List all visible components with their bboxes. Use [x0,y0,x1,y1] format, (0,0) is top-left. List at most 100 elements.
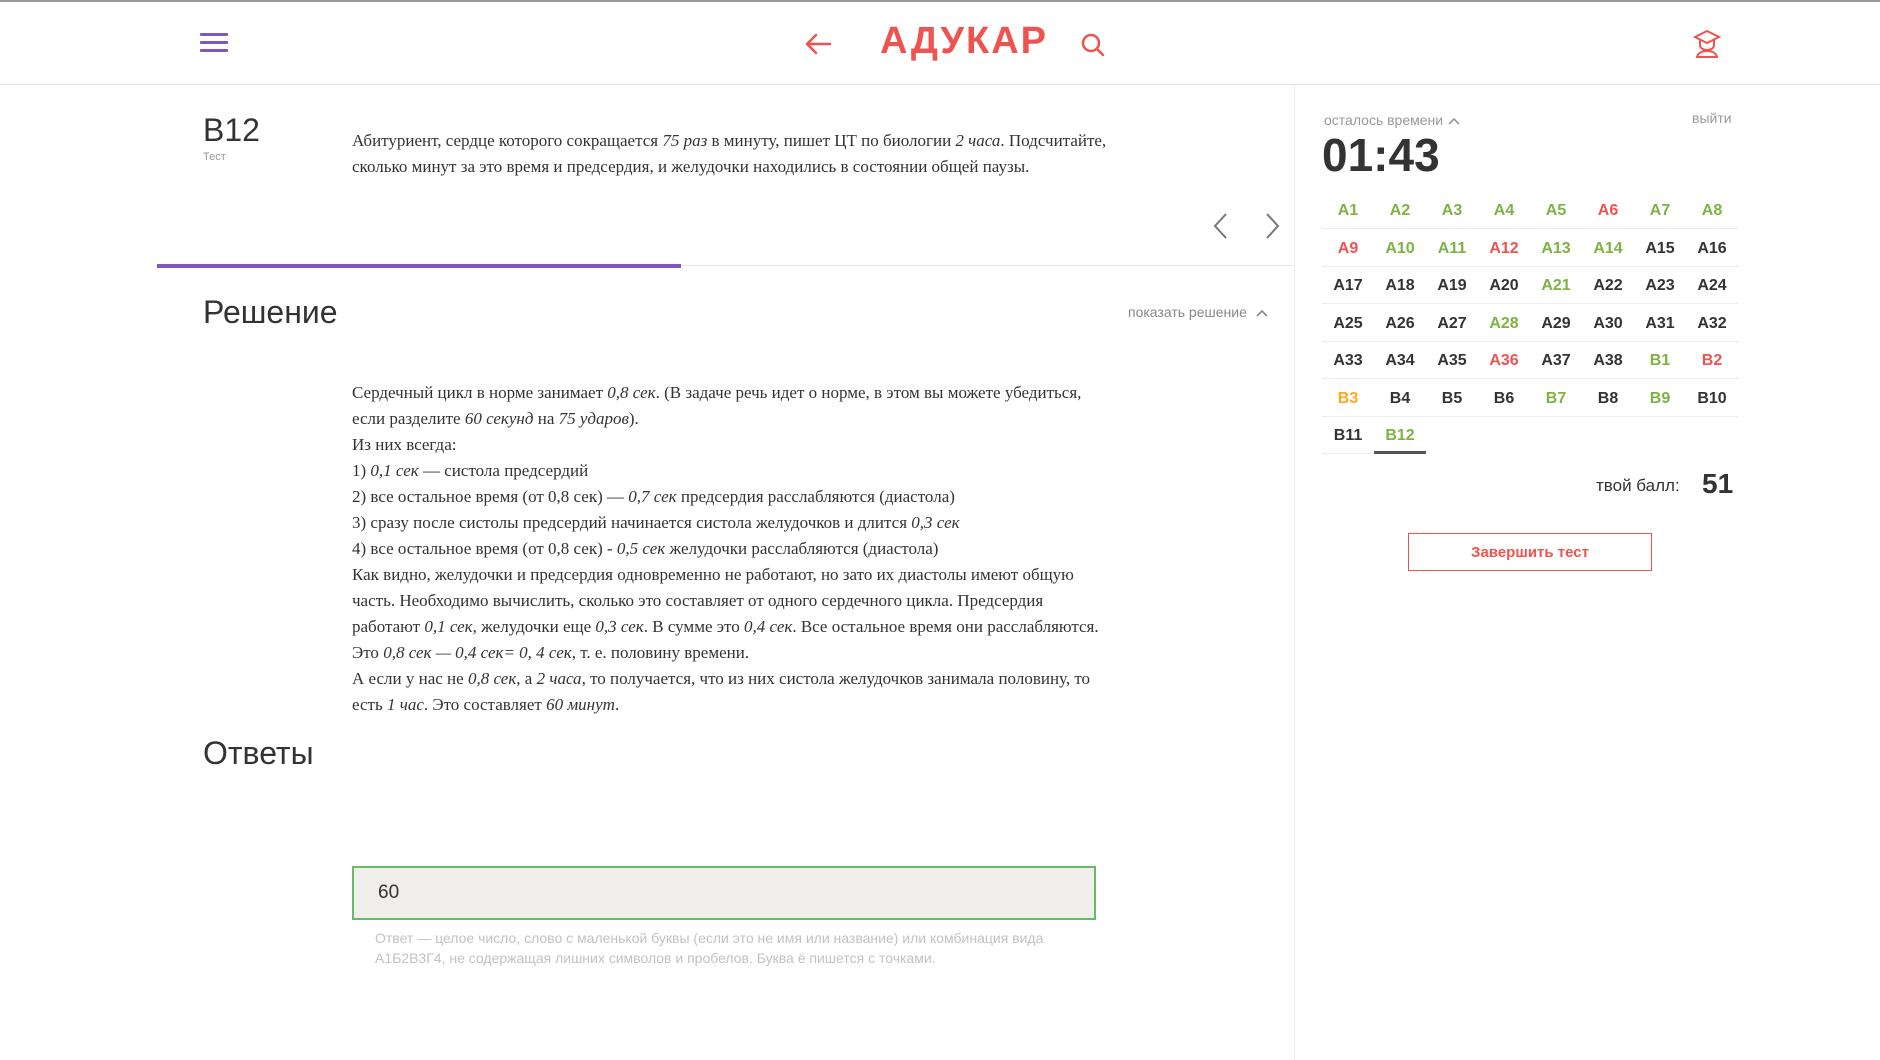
solution-heading: Решение [203,294,338,330]
top-header: АДУКАР [0,2,1880,85]
solution-text: Сердечный цикл в норме занимает 0,8 сек.… [352,380,1112,718]
question-cell-b5[interactable]: B5 [1426,380,1478,417]
question-cell-a25[interactable]: A25 [1322,305,1374,342]
question-cell-a22[interactable]: A22 [1582,267,1634,304]
question-cell-a34[interactable]: A34 [1374,342,1426,379]
text-run: 0,3 сек [911,513,960,532]
text-run: 3) сразу после систолы предсердий начина… [352,513,912,532]
chevron-left-icon[interactable] [1208,208,1234,244]
question-cell-a19[interactable]: A19 [1426,267,1478,304]
question-cell-a23[interactable]: A23 [1634,267,1686,304]
text-run: предсердия расслабляются (диастола) [676,487,955,506]
question-cell-a15[interactable]: A15 [1634,230,1686,267]
text-run: 0,8 сек — 0,4 сек= 0, 4 сек [383,643,572,662]
text-run: Из них всегда: [352,435,457,454]
text-run: 75 раз [662,131,708,150]
user-icon[interactable] [1690,26,1724,60]
question-cell-b9[interactable]: B9 [1634,380,1686,417]
text-run: 0,8 сек [607,383,656,402]
question-cell-b10[interactable]: B10 [1686,380,1738,417]
exit-link[interactable]: выйти [1692,110,1732,126]
question-cell-a16[interactable]: A16 [1686,230,1738,267]
question-cell-a10[interactable]: A10 [1374,230,1426,267]
question-cell-a35[interactable]: A35 [1426,342,1478,379]
question-cell-b2[interactable]: B2 [1686,342,1738,379]
question-cell-a20[interactable]: A20 [1478,267,1530,304]
text-run: 60 секунд [464,409,534,428]
solution-line: 1) 0,1 сек — систола предсердий [352,458,1112,484]
question-cell-a21[interactable]: A21 [1530,267,1582,304]
chevron-right-icon[interactable] [1259,208,1285,244]
text-run: в минуту, пишет ЦТ по биологии [707,131,956,150]
question-cell-b8[interactable]: B8 [1582,380,1634,417]
question-cell-a30[interactable]: A30 [1582,305,1634,342]
question-cell-a4[interactable]: A4 [1478,192,1530,229]
text-run: 2) все остальное время (от 0,8 сек) — [352,487,629,506]
question-cell-a26[interactable]: A26 [1374,305,1426,342]
question-cell-b3[interactable]: B3 [1322,380,1374,417]
solution-line: Сердечный цикл в норме занимает 0,8 сек.… [352,380,1112,432]
question-cell-a27[interactable]: A27 [1426,305,1478,342]
chevron-up-icon [1448,118,1460,125]
finish-test-button[interactable]: Завершить тест [1408,533,1652,571]
question-cell-a31[interactable]: A31 [1634,305,1686,342]
question-cell-a14[interactable]: A14 [1582,230,1634,267]
question-cell-a8[interactable]: A8 [1686,192,1738,229]
progress-bar [157,264,681,268]
question-cell-b1[interactable]: B1 [1634,342,1686,379]
question-cell-a18[interactable]: A18 [1374,267,1426,304]
text-run: , т. е. половину времени. [571,643,750,662]
text-run: ). [628,409,639,428]
show-solution-label: показать решение [1128,304,1247,320]
text-run: 0,3 сек [595,617,644,636]
text-run: 75 ударов [558,409,629,428]
question-cell-b12[interactable]: B12 [1374,417,1426,454]
search-icon[interactable] [1080,32,1106,58]
text-run: 1) [352,461,371,480]
question-cell-a17[interactable]: A17 [1322,267,1374,304]
question-cell-a9[interactable]: A9 [1322,230,1374,267]
question-cell-a29[interactable]: A29 [1530,305,1582,342]
question-cell-b11[interactable]: B11 [1322,417,1374,454]
question-cell-a37[interactable]: A37 [1530,342,1582,379]
question-cell-a1[interactable]: A1 [1322,192,1374,229]
answer-field-wrapper [352,866,1096,920]
question-cell-b7[interactable]: B7 [1530,380,1582,417]
question-cell-a11[interactable]: A11 [1426,230,1478,267]
back-arrow-icon[interactable] [802,28,834,60]
solution-line: 3) сразу после систолы предсердий начина… [352,510,1112,536]
text-run: 2 часа [955,131,1001,150]
solution-line: 4) все остальное время (от 0,8 сек) - 0,… [352,536,1112,562]
score-label: твой балл: [1596,476,1680,495]
text-run: на [533,409,559,428]
question-cell-a3[interactable]: A3 [1426,192,1478,229]
question-cell-a24[interactable]: A24 [1686,267,1738,304]
timer-label-row[interactable]: осталось времени [1324,112,1461,128]
question-cell-a36[interactable]: A36 [1478,342,1530,379]
question-cell-b6[interactable]: B6 [1478,380,1530,417]
text-run: 1 час [386,695,424,714]
question-cell-a7[interactable]: A7 [1634,192,1686,229]
text-run: Сердечный цикл в норме занимает [352,383,608,402]
text-run: . [614,695,620,714]
column-divider [1294,85,1295,1060]
question-cell-a32[interactable]: A32 [1686,305,1738,342]
question-cell-a33[interactable]: A33 [1322,342,1374,379]
question-cell-a2[interactable]: A2 [1374,192,1426,229]
show-solution-toggle[interactable]: показать решение [1128,304,1269,320]
question-cell-a13[interactable]: A13 [1530,230,1582,267]
question-cell-a12[interactable]: A12 [1478,230,1530,267]
question-cell-a38[interactable]: A38 [1582,342,1634,379]
text-run: 2 часа [536,669,582,688]
timer-label: осталось времени [1324,112,1444,128]
question-cell-b4[interactable]: B4 [1374,380,1426,417]
question-text: Абитуриент, сердце которого сокращается … [352,128,1112,180]
question-cell-a28[interactable]: A28 [1478,305,1530,342]
menu-icon[interactable] [200,33,228,55]
text-run: 0,1 сек [424,617,473,636]
question-cell-a6[interactable]: A6 [1582,192,1634,229]
answer-input[interactable] [354,868,1094,918]
question-cell-a5[interactable]: A5 [1530,192,1582,229]
logo[interactable]: АДУКАР [880,20,1048,63]
chevron-up-icon [1256,310,1268,317]
